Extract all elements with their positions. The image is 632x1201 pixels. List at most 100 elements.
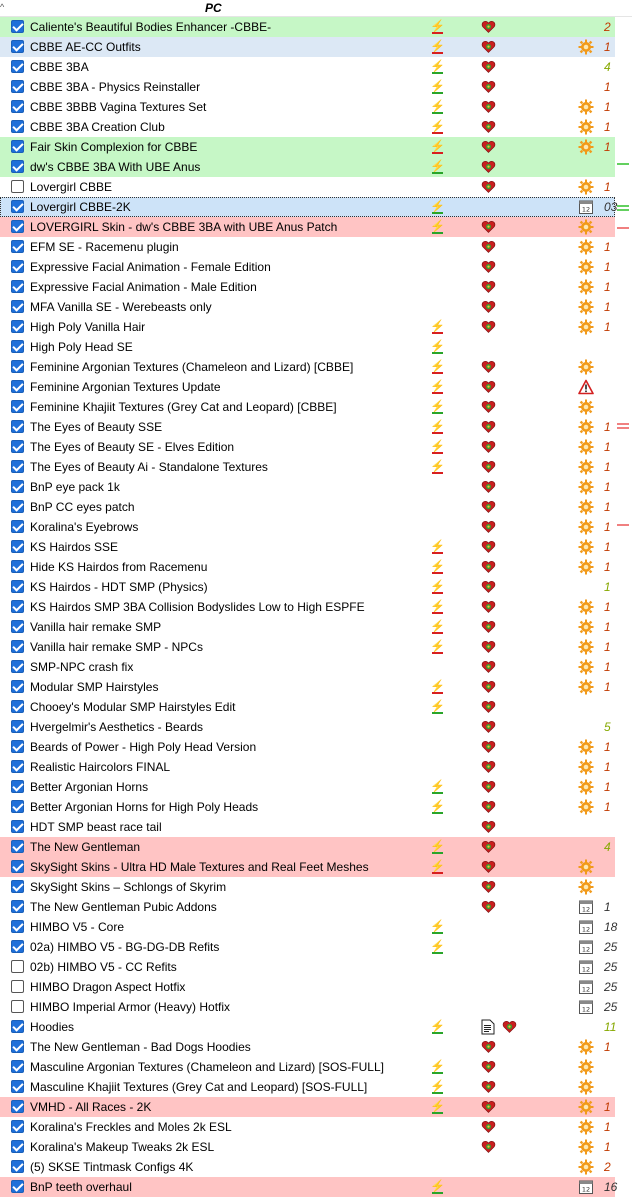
mod-enable-checkbox[interactable]: [11, 1020, 24, 1033]
mod-enable-checkbox[interactable]: [11, 80, 24, 93]
mod-enable-checkbox[interactable]: [11, 920, 24, 933]
column-title-pc[interactable]: PC: [205, 1, 222, 15]
mod-enable-checkbox[interactable]: [11, 460, 24, 473]
mod-row[interactable]: Masculine Argonian Textures (Chameleon a…: [0, 1057, 615, 1077]
mod-row[interactable]: (5) SKSE Tintmask Configs 4K 2: [0, 1157, 615, 1177]
mod-row[interactable]: The Eyes of Beauty SE - Elves Edition ⚡ 1: [0, 437, 615, 457]
mod-row[interactable]: HIMBO V5 - Core ⚡ 12 18: [0, 917, 617, 937]
mod-enable-checkbox[interactable]: [11, 720, 24, 733]
mod-enable-checkbox[interactable]: [11, 200, 24, 213]
mod-row[interactable]: Better Argonian Horns ⚡ 1: [0, 777, 615, 797]
mod-enable-checkbox[interactable]: [11, 60, 24, 73]
mod-enable-checkbox[interactable]: [11, 640, 24, 653]
mod-enable-checkbox[interactable]: [11, 1060, 24, 1073]
mod-enable-checkbox[interactable]: [11, 40, 24, 53]
mod-enable-checkbox[interactable]: [11, 1140, 24, 1153]
mod-row[interactable]: Modular SMP Hairstyles ⚡ 1: [0, 677, 615, 697]
mod-row[interactable]: Realistic Haircolors FINAL 1: [0, 757, 615, 777]
column-header[interactable]: ^ PC: [0, 0, 632, 17]
mod-row[interactable]: Lovergirl CBBE 1: [0, 177, 615, 197]
mod-row[interactable]: The Eyes of Beauty Ai - Standalone Textu…: [0, 457, 615, 477]
mod-row[interactable]: 02b) HIMBO V5 - CC Refits 12 25: [0, 957, 617, 977]
mod-row[interactable]: VMHD - All Races - 2K ⚡ 1: [0, 1097, 615, 1117]
mod-row[interactable]: Feminine Argonian Textures (Chameleon an…: [0, 357, 615, 377]
mod-enable-checkbox[interactable]: [11, 360, 24, 373]
mod-enable-checkbox[interactable]: [11, 500, 24, 513]
mod-row[interactable]: Masculine Khajiit Textures (Grey Cat and…: [0, 1077, 615, 1097]
mod-row[interactable]: High Poly Vanilla Hair ⚡ 1: [0, 317, 615, 337]
mod-row[interactable]: High Poly Head SE ⚡: [0, 337, 615, 357]
mod-enable-checkbox[interactable]: [11, 1120, 24, 1133]
mod-row[interactable]: Expressive Facial Animation - Male Editi…: [0, 277, 615, 297]
mod-row[interactable]: The New Gentleman ⚡ 4: [0, 837, 615, 857]
mod-row[interactable]: Caliente's Beautiful Bodies Enhancer -CB…: [0, 17, 615, 37]
mod-row[interactable]: KS Hairdos SSE ⚡ 1: [0, 537, 615, 557]
mod-row[interactable]: Fair Skin Complexion for CBBE ⚡ 1: [0, 137, 615, 157]
mod-row[interactable]: Hvergelmir's Aesthetics - Beards 5: [0, 717, 615, 737]
mod-row[interactable]: Koralina's Eyebrows 1: [0, 517, 615, 537]
mod-row[interactable]: Better Argonian Horns for High Poly Head…: [0, 797, 615, 817]
mod-enable-checkbox[interactable]: [11, 340, 24, 353]
mod-enable-checkbox[interactable]: [11, 760, 24, 773]
mod-row[interactable]: SMP-NPC crash fix 1: [0, 657, 615, 677]
mod-row[interactable]: KS Hairdos - HDT SMP (Physics) ⚡ 1: [0, 577, 615, 597]
mod-row[interactable]: CBBE 3BA Creation Club ⚡ 1: [0, 117, 615, 137]
mod-enable-checkbox[interactable]: [11, 1040, 24, 1053]
mod-enable-checkbox[interactable]: [11, 1100, 24, 1113]
mod-enable-checkbox[interactable]: [11, 300, 24, 313]
mod-row[interactable]: BnP eye pack 1k 1: [0, 477, 615, 497]
mod-enable-checkbox[interactable]: [11, 960, 24, 973]
mod-row[interactable]: Lovergirl CBBE-2K ⚡ 12 03: [0, 197, 617, 217]
mod-enable-checkbox[interactable]: [11, 680, 24, 693]
mod-enable-checkbox[interactable]: [11, 260, 24, 273]
mod-row[interactable]: 02a) HIMBO V5 - BG-DG-DB Refits ⚡ 12 25: [0, 937, 617, 957]
scrollbar-markers[interactable]: [615, 17, 632, 1201]
mod-enable-checkbox[interactable]: [11, 620, 24, 633]
mod-enable-checkbox[interactable]: [11, 380, 24, 393]
mod-enable-checkbox[interactable]: [11, 160, 24, 173]
mod-row[interactable]: Vanilla hair remake SMP ⚡ 1: [0, 617, 615, 637]
mod-enable-checkbox[interactable]: [11, 480, 24, 493]
mod-enable-checkbox[interactable]: [11, 840, 24, 853]
mod-row[interactable]: KS Hairdos SMP 3BA Collision Bodyslides …: [0, 597, 615, 617]
mod-enable-checkbox[interactable]: [11, 1180, 24, 1193]
mod-enable-checkbox[interactable]: [11, 860, 24, 873]
mod-enable-checkbox[interactable]: [11, 100, 24, 113]
mod-row[interactable]: Feminine Argonian Textures Update ⚡: [0, 377, 615, 397]
mod-enable-checkbox[interactable]: [11, 120, 24, 133]
mod-enable-checkbox[interactable]: [11, 600, 24, 613]
mod-enable-checkbox[interactable]: [11, 20, 24, 33]
mod-row[interactable]: CBBE 3BA ⚡ 4: [0, 57, 615, 77]
mod-row[interactable]: Koralina's Freckles and Moles 2k ESL 1: [0, 1117, 615, 1137]
mod-row[interactable]: Beards of Power - High Poly Head Version…: [0, 737, 615, 757]
mod-row[interactable]: The Eyes of Beauty SSE ⚡ 1: [0, 417, 615, 437]
mod-row[interactable]: Feminine Khajiit Textures (Grey Cat and …: [0, 397, 615, 417]
mod-enable-checkbox[interactable]: [11, 980, 24, 993]
mod-enable-checkbox[interactable]: [11, 180, 24, 193]
mod-row[interactable]: BnP CC eyes patch 1: [0, 497, 615, 517]
mod-row[interactable]: MFA Vanilla SE - Werebeasts only 1: [0, 297, 615, 317]
mod-row[interactable]: The New Gentleman Pubic Addons 12 1: [0, 897, 615, 917]
mod-row[interactable]: LOVERGIRL Skin - dw's CBBE 3BA with UBE …: [0, 217, 615, 237]
mod-row[interactable]: SkySight Skins - Ultra HD Male Textures …: [0, 857, 615, 877]
mod-enable-checkbox[interactable]: [11, 580, 24, 593]
mod-enable-checkbox[interactable]: [11, 220, 24, 233]
mod-enable-checkbox[interactable]: [11, 660, 24, 673]
mod-enable-checkbox[interactable]: [11, 280, 24, 293]
mod-enable-checkbox[interactable]: [11, 420, 24, 433]
mod-row[interactable]: Vanilla hair remake SMP - NPCs ⚡ 1: [0, 637, 615, 657]
mod-enable-checkbox[interactable]: [11, 140, 24, 153]
mod-list[interactable]: Caliente's Beautiful Bodies Enhancer -CB…: [0, 17, 632, 1197]
mod-row[interactable]: HIMBO Imperial Armor (Heavy) Hotfix 12 25: [0, 997, 617, 1017]
mod-row[interactable]: dw's CBBE 3BA With UBE Anus ⚡: [0, 157, 615, 177]
mod-enable-checkbox[interactable]: [11, 780, 24, 793]
mod-enable-checkbox[interactable]: [11, 320, 24, 333]
mod-enable-checkbox[interactable]: [11, 1160, 24, 1173]
mod-row[interactable]: Hide KS Hairdos from Racemenu ⚡ 1: [0, 557, 615, 577]
mod-row[interactable]: BnP teeth overhaul ⚡ 12 16: [0, 1177, 617, 1197]
mod-enable-checkbox[interactable]: [11, 540, 24, 553]
mod-row[interactable]: CBBE 3BBB Vagina Textures Set ⚡ 1: [0, 97, 615, 117]
mod-enable-checkbox[interactable]: [11, 400, 24, 413]
sort-arrow-icon[interactable]: ^: [0, 2, 4, 12]
mod-row[interactable]: Chooey's Modular SMP Hairstyles Edit ⚡: [0, 697, 615, 717]
